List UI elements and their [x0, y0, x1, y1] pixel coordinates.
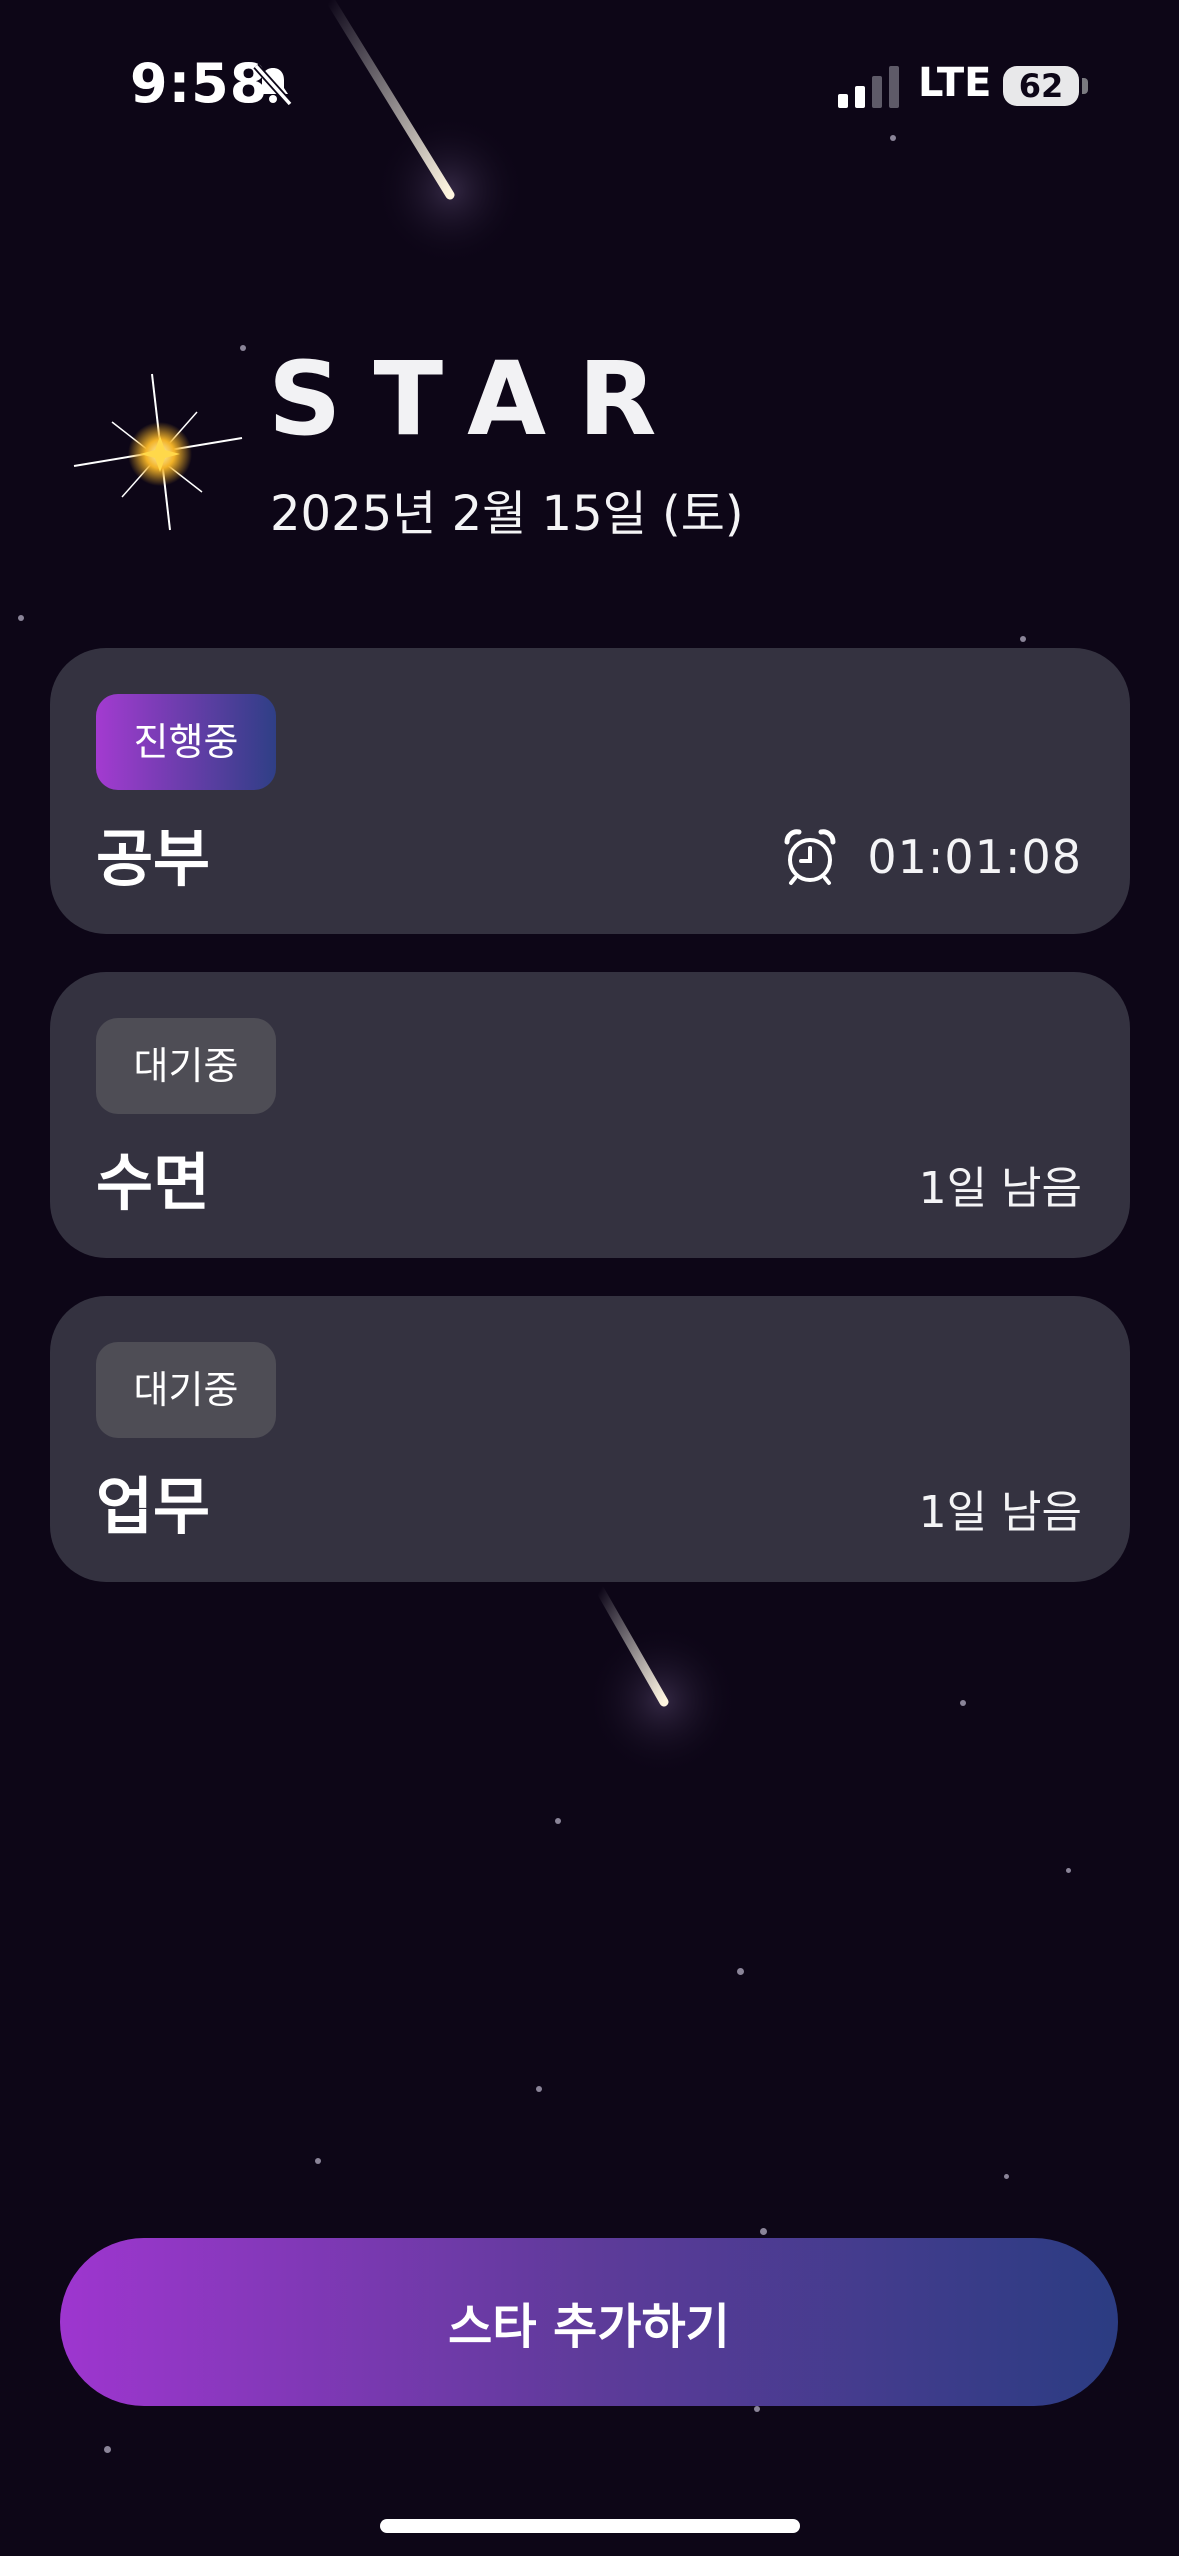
background-star [18, 615, 24, 621]
star-name: 공부 [96, 822, 211, 895]
star-card-sleep[interactable]: 대기중 수면 1일 남음 [50, 972, 1130, 1258]
status-badge: 대기중 [96, 1342, 276, 1438]
star-card-work[interactable]: 대기중 업무 1일 남음 [50, 1296, 1130, 1582]
background-star [1066, 1868, 1071, 1873]
silent-bell-icon [253, 63, 293, 107]
background-star [315, 2158, 321, 2164]
alarm-clock-icon [784, 829, 836, 885]
battery-cap [1082, 78, 1088, 94]
background-star [536, 2086, 542, 2092]
add-star-button[interactable]: 스타 추가하기 [60, 2238, 1118, 2406]
star-card-study[interactable]: 진행중 공부 01:01:08 [50, 648, 1130, 934]
timer-display: 01:01:08 [781, 828, 1082, 886]
background-star [240, 345, 246, 351]
background-star [754, 2406, 760, 2412]
network-type: LTE [918, 60, 992, 106]
cellular-signal-icon [838, 66, 899, 108]
status-time: 9:58 [130, 52, 269, 115]
remaining-time: 1일 남음 [918, 1487, 1082, 1538]
remaining-time: 1일 남음 [918, 1163, 1082, 1214]
background-star [737, 1968, 744, 1975]
status-badge: 대기중 [96, 1018, 276, 1114]
battery-level: 62 [1003, 66, 1079, 106]
background-star [1004, 2174, 1009, 2179]
shooting-star-top [325, 0, 525, 265]
current-date: 2025년 2월 15일 (토) [270, 486, 744, 542]
sparkle-star-logo-icon [73, 373, 243, 531]
status-badge: 진행중 [96, 694, 276, 790]
background-star [960, 1700, 966, 1706]
background-star [890, 135, 896, 141]
shooting-star-middle [587, 1585, 737, 1775]
home-indicator[interactable] [380, 2519, 800, 2533]
background-star [555, 1818, 561, 1824]
background-star [760, 2228, 767, 2235]
app-title: STAR [268, 340, 689, 459]
background-star [1020, 636, 1026, 642]
star-name: 수면 [96, 1146, 211, 1219]
background-star [104, 2446, 111, 2453]
elapsed-time: 01:01:08 [867, 830, 1082, 884]
star-name: 업무 [96, 1470, 211, 1543]
